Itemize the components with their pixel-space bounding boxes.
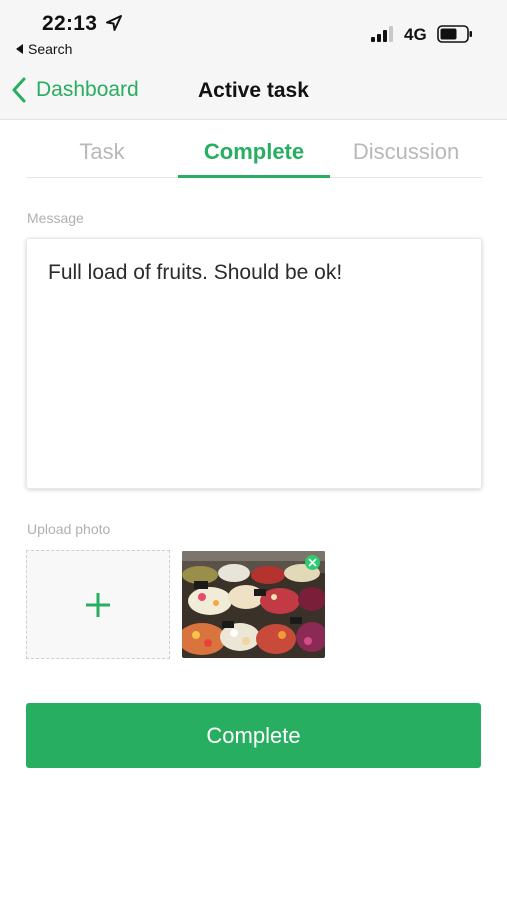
close-icon (308, 558, 317, 567)
tab-complete[interactable]: Complete (178, 120, 330, 178)
fruit-stall-photo (182, 551, 325, 658)
add-photo-button[interactable] (26, 550, 170, 659)
back-button[interactable]: Dashboard (10, 76, 139, 104)
back-triangle-icon (16, 44, 23, 54)
battery-icon (437, 25, 472, 43)
status-bar: 22:13 Search 4G (0, 0, 507, 64)
page-title: Active task (198, 79, 309, 102)
plus-icon (86, 592, 110, 617)
return-app-label: Search (28, 41, 73, 57)
return-to-app[interactable]: Search (16, 41, 72, 57)
tab-task[interactable]: Task (26, 120, 178, 177)
upload-photo-label: Upload photo (27, 521, 111, 537)
complete-button[interactable]: Complete (26, 703, 481, 768)
network-type: 4G (404, 25, 427, 44)
uploaded-photo[interactable] (182, 551, 325, 658)
message-label: Message (27, 210, 84, 226)
back-button-label: Dashboard (36, 78, 139, 101)
remove-photo-button[interactable] (305, 555, 320, 570)
navigation-bar: Dashboard Active task (0, 64, 507, 120)
chevron-left-icon (12, 77, 26, 103)
location-arrow-icon (106, 15, 122, 31)
tab-bar: Task Complete Discussion (26, 120, 482, 178)
tab-discussion[interactable]: Discussion (330, 120, 482, 177)
status-time: 22:13 (42, 12, 98, 35)
message-textarea[interactable]: Full load of fruits. Should be ok! (26, 238, 482, 489)
signal-bars-icon (371, 26, 393, 42)
